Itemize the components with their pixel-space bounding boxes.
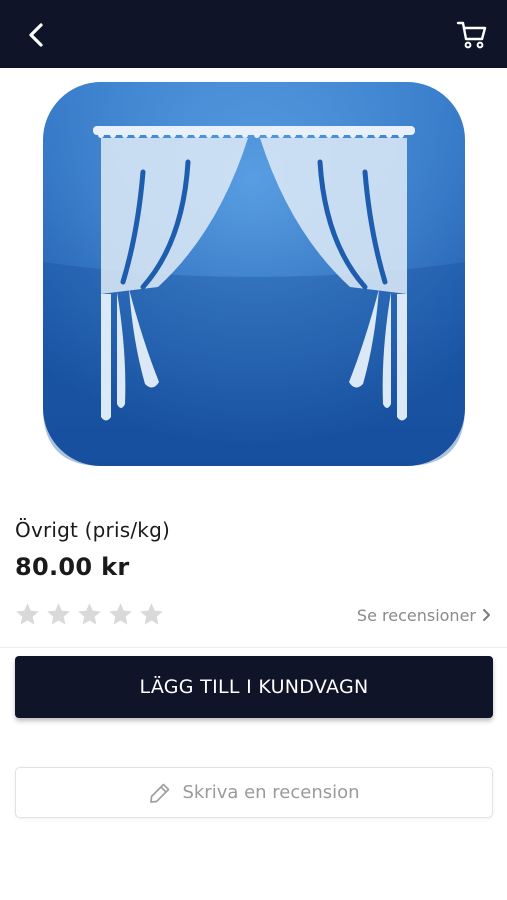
star-icon: [47, 603, 70, 625]
see-reviews-link[interactable]: Se recensioner: [357, 603, 491, 627]
add-to-cart-button[interactable]: LÄGG TILL I KUNDVAGN: [15, 656, 493, 718]
chevron-left-icon: [29, 23, 43, 47]
top-app-bar: [0, 0, 507, 68]
chevron-right-icon: [483, 609, 490, 621]
divider: [0, 647, 507, 648]
back-button[interactable]: [22, 20, 50, 50]
write-review-button[interactable]: Skriva en recension: [15, 767, 493, 818]
rating-stars: [14, 601, 165, 629]
product-image: [43, 82, 465, 466]
write-review-label: Skriva en recension: [182, 782, 360, 803]
shopping-cart-icon: [456, 21, 487, 49]
star-icon: [78, 603, 101, 625]
star-icon: [16, 603, 39, 625]
star-icon: [140, 603, 163, 625]
curtain-icon: [43, 82, 465, 466]
star-icon: [109, 603, 132, 625]
product-title: Övrigt (pris/kg): [15, 518, 170, 542]
cart-button[interactable]: [455, 18, 489, 52]
pencil-icon: [150, 783, 170, 803]
product-price: 80.00 kr: [15, 553, 130, 581]
see-reviews-label: Se recensioner: [356, 605, 476, 625]
